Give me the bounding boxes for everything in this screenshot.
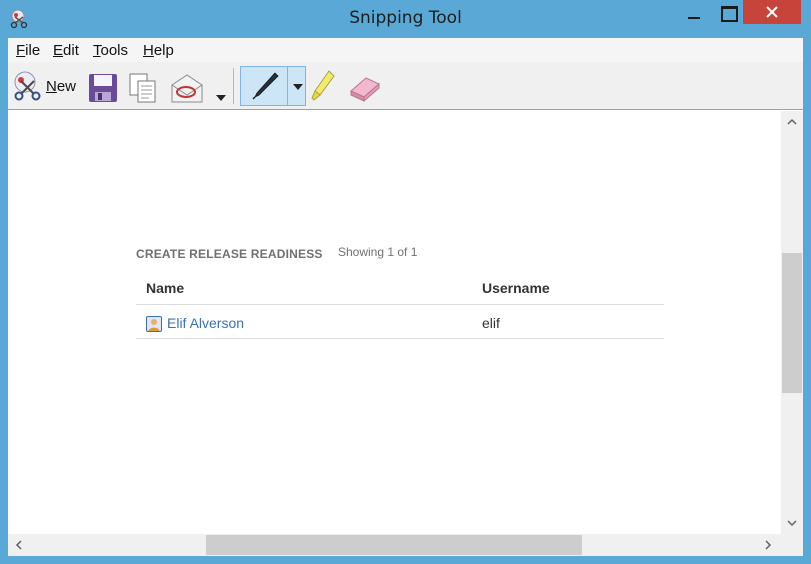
column-header-username: Username xyxy=(482,280,550,296)
menu-edit[interactable]: Edit xyxy=(53,42,79,59)
new-snip-button[interactable]: New xyxy=(10,68,78,104)
pen-button[interactable] xyxy=(240,66,306,106)
vertical-scroll-thumb[interactable] xyxy=(782,253,802,393)
scroll-left-icon[interactable] xyxy=(15,540,22,550)
new-button-accelerator: N xyxy=(46,78,57,95)
row-divider xyxy=(136,338,664,339)
menu-help-accelerator: H xyxy=(143,42,154,59)
menu-file-label: ile xyxy=(25,42,41,59)
section-title: CREATE RELEASE READINESS xyxy=(136,247,323,261)
highlighter-icon[interactable] xyxy=(310,68,336,104)
toolbar-separator xyxy=(233,68,234,104)
send-email-icon[interactable] xyxy=(170,70,204,106)
vertical-scrollbar[interactable] xyxy=(781,111,803,534)
menu-tools-label: ools xyxy=(100,42,129,59)
menu-help[interactable]: Help xyxy=(143,42,174,59)
menu-tools-accelerator: T xyxy=(93,42,101,59)
user-name-link[interactable]: Elif Alverson xyxy=(167,315,244,331)
pen-split-divider xyxy=(287,67,288,105)
menu-help-label: elp xyxy=(153,42,174,59)
horizontal-scrollbar[interactable] xyxy=(8,534,781,556)
user-avatar-icon xyxy=(146,316,162,332)
close-icon xyxy=(766,6,778,18)
horizontal-scroll-thumb[interactable] xyxy=(206,535,582,555)
snipping-tool-window: Snipping Tool File Edit Tools Help New C… xyxy=(0,0,811,564)
client-area: File Edit Tools Help New CREATE RELEASE … xyxy=(8,38,803,556)
menu-file[interactable]: File xyxy=(16,42,40,59)
toolbar: New xyxy=(8,62,803,110)
section-count: Showing 1 of 1 xyxy=(338,245,418,259)
menu-tools[interactable]: Tools xyxy=(93,42,128,59)
new-button-text: ew xyxy=(56,78,77,95)
scroll-right-icon[interactable] xyxy=(765,540,772,550)
scissors-icon xyxy=(14,71,41,101)
pen-dropdown-arrow-icon[interactable] xyxy=(293,83,303,91)
close-button[interactable] xyxy=(743,0,801,24)
title-bar[interactable]: Snipping Tool xyxy=(0,0,811,38)
column-header-name: Name xyxy=(146,280,185,296)
maximize-button[interactable] xyxy=(713,0,743,28)
section-header: CREATE RELEASE READINESS Showing 1 of 1 xyxy=(136,245,417,263)
snip-content: CREATE RELEASE READINESS Showing 1 of 1 … xyxy=(8,111,781,534)
minimize-button[interactable] xyxy=(680,0,710,28)
user-username: elif xyxy=(482,315,500,331)
copy-icon[interactable] xyxy=(128,70,158,106)
pen-icon xyxy=(252,72,279,100)
scroll-down-icon[interactable] xyxy=(787,520,797,527)
scrollbar-corner xyxy=(781,534,803,556)
menu-file-accelerator: F xyxy=(16,42,26,59)
eraser-icon[interactable] xyxy=(348,70,382,106)
menu-edit-label: dit xyxy=(63,42,79,59)
scroll-up-icon[interactable] xyxy=(787,118,797,125)
menu-bar: File Edit Tools Help xyxy=(8,38,803,62)
menu-edit-accelerator: E xyxy=(53,42,64,59)
new-button-label: New xyxy=(46,78,76,95)
save-icon[interactable] xyxy=(88,70,118,106)
header-divider xyxy=(136,304,664,305)
